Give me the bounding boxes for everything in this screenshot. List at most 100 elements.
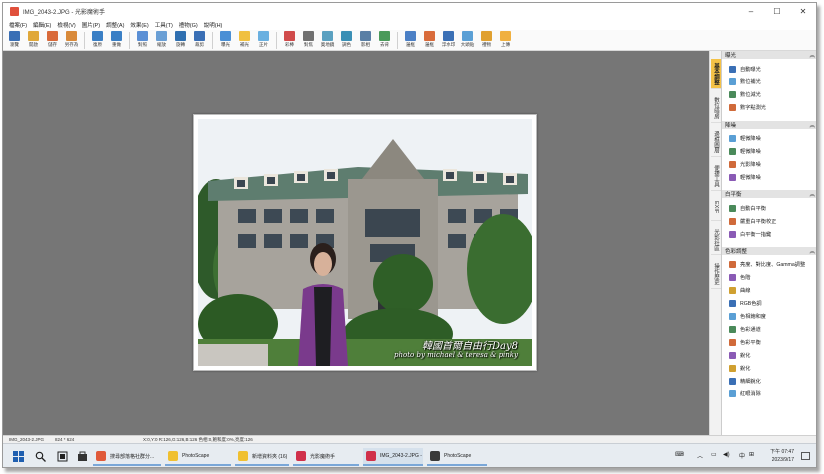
menu-item[interactable]: 工具(T) bbox=[155, 21, 173, 29]
menu-item[interactable]: 檢視(V) bbox=[57, 21, 75, 29]
toolbar-button[interactable]: 旋轉 bbox=[171, 30, 190, 51]
taskbar-window-button[interactable]: PhotoScape bbox=[427, 448, 487, 466]
panel-item[interactable]: 自動曝光 bbox=[729, 63, 761, 75]
toolbar-button[interactable]: 影相 bbox=[356, 30, 375, 51]
status-filename: IMG_2043-2.JPG bbox=[9, 437, 45, 442]
keyboard-icon[interactable]: ⌨ bbox=[675, 451, 684, 458]
image-canvas[interactable]: 韓國首爾自由行Day8 photo by michael & teresa & … bbox=[3, 51, 716, 435]
panel-section-header[interactable]: 降噪 ︽ bbox=[722, 120, 816, 129]
toolbar-button[interactable]: 重做 bbox=[107, 30, 126, 51]
toolbar-button[interactable]: 對焦 bbox=[299, 30, 318, 51]
panel-item[interactable]: 數字點測光 bbox=[729, 102, 766, 114]
taskbar-window-button[interactable]: 新增資料夾 (16) bbox=[235, 448, 289, 466]
toolbar-button[interactable]: 開啟 bbox=[24, 30, 43, 51]
toolbar-button[interactable]: 上傳 bbox=[496, 30, 515, 51]
vertical-tab[interactable]: 操作歷史 bbox=[711, 259, 721, 289]
collapse-icon[interactable]: ︽ bbox=[809, 51, 815, 59]
minimize-button[interactable]: – bbox=[738, 3, 764, 20]
panel-item[interactable]: 輕微降噪 bbox=[729, 171, 761, 183]
toolbar-button-label: 復原 bbox=[93, 42, 102, 47]
menu-item[interactable]: 調整(A) bbox=[106, 21, 124, 29]
toolbar-separator bbox=[276, 32, 277, 49]
input-mode-icon[interactable]: ⊞ bbox=[749, 451, 754, 458]
panel-item[interactable]: 色彩平衡 bbox=[729, 336, 761, 348]
vertical-tab[interactable]: 邊框圖層 bbox=[711, 127, 721, 157]
toolbar-button[interactable]: 浮水印 bbox=[439, 30, 458, 51]
menu-item[interactable]: 圖片(P) bbox=[82, 21, 100, 29]
panel-item[interactable]: 曲線 bbox=[729, 285, 750, 297]
toolbar-button[interactable]: 裁剪 bbox=[190, 30, 209, 51]
vertical-tab[interactable]: 基本調整 bbox=[711, 59, 721, 89]
panel-item[interactable]: 自動白平衡 bbox=[729, 202, 766, 214]
panel-item[interactable]: 數位補光 bbox=[729, 76, 761, 88]
task-view-icon[interactable] bbox=[55, 449, 69, 463]
panel-section-header[interactable]: 曝光 ︽ bbox=[722, 51, 816, 59]
panel-item[interactable]: 精細銳化 bbox=[729, 375, 761, 387]
toolbar-button[interactable]: 曝光 bbox=[216, 30, 235, 51]
toolbar-button[interactable]: 儲存 bbox=[43, 30, 62, 51]
vertical-tab[interactable]: EXIF bbox=[711, 195, 721, 221]
toolbar-button-label: 補光 bbox=[240, 42, 249, 47]
menu-item[interactable]: 禮物(G) bbox=[179, 21, 198, 29]
input-language[interactable]: 中 bbox=[739, 451, 745, 460]
vertical-tab[interactable]: 數位暗房 bbox=[711, 93, 721, 123]
maximize-button[interactable]: ☐ bbox=[764, 3, 790, 20]
panel-item[interactable]: 光影降噪 bbox=[729, 158, 761, 170]
panel-item[interactable]: RGB色調 bbox=[729, 298, 762, 310]
windows-start-icon[interactable] bbox=[11, 449, 25, 463]
collapse-icon[interactable]: ︽ bbox=[809, 247, 815, 255]
menu-item[interactable]: 效果(E) bbox=[130, 21, 148, 29]
toolbar-button[interactable]: 瀏覽 bbox=[5, 30, 24, 51]
panel-section-header[interactable]: 白平衡 ︽ bbox=[722, 190, 816, 199]
taskbar-window-button[interactable]: PhotoScape bbox=[165, 448, 231, 466]
toolbar-button[interactable]: 調色 bbox=[337, 30, 356, 51]
notification-icon[interactable] bbox=[800, 449, 810, 463]
panel-item[interactable]: 白平衡一指鍵 bbox=[729, 228, 771, 240]
panel-item[interactable]: 紅眼消除 bbox=[729, 388, 761, 400]
toolbar-button-label: 旋轉 bbox=[176, 42, 185, 47]
menu-item[interactable]: 檔案(F) bbox=[9, 21, 27, 29]
panel-item[interactable]: 輕微降噪 bbox=[729, 146, 761, 158]
toolbar-button[interactable]: 彩棒 bbox=[280, 30, 299, 51]
tray-overflow-icon[interactable]: ︿ bbox=[697, 451, 703, 460]
panel-item[interactable]: 色相飽和度 bbox=[729, 311, 766, 323]
panel-item[interactable]: 嚴重白平衡校正 bbox=[729, 215, 776, 227]
menu-item[interactable]: 編輯(E) bbox=[33, 21, 51, 29]
taskbar-window-button[interactable]: 搜尋部落格社群分... bbox=[93, 448, 161, 466]
panel-section-header[interactable]: 色彩調整 ︽ bbox=[722, 246, 816, 255]
panel-item[interactable]: 色階 bbox=[729, 272, 750, 284]
photo[interactable]: 韓國首爾自由行Day8 photo by michael & teresa & … bbox=[198, 119, 532, 366]
taskbar-window-button[interactable]: 光影魔術手 bbox=[293, 448, 359, 466]
toolbar-button[interactable]: 縮放 bbox=[152, 30, 171, 51]
vertical-tab[interactable]: 便捷工具 bbox=[711, 161, 721, 191]
toolbar-button[interactable]: 奧地鏡 bbox=[318, 30, 337, 51]
toolbar-button[interactable]: 補光 bbox=[235, 30, 254, 51]
panel-item[interactable]: 銳化 bbox=[729, 362, 750, 374]
panel-item[interactable]: 銳化 bbox=[729, 349, 750, 361]
toolbar-button[interactable]: 禮物 bbox=[477, 30, 496, 51]
toolbar-button[interactable]: 對照 bbox=[133, 30, 152, 51]
toolbar-button[interactable]: 正片 bbox=[254, 30, 273, 51]
toolbar-button[interactable]: 去背 bbox=[375, 30, 394, 51]
toolbar-button[interactable]: 大頭貼 bbox=[458, 30, 477, 51]
toolbar-button[interactable]: 邊框 bbox=[420, 30, 439, 51]
volume-icon[interactable]: ◀) bbox=[723, 451, 730, 458]
panel-item[interactable]: 數位減光 bbox=[729, 89, 761, 101]
taskbar-window-button[interactable]: IMG_2043-2.JPG - ... bbox=[363, 448, 423, 466]
store-icon[interactable] bbox=[75, 449, 89, 463]
panel-item[interactable]: 亮度、對比度、Gamma調整 bbox=[729, 259, 805, 271]
panel-item[interactable]: 色彩通道 bbox=[729, 323, 761, 335]
network-icon[interactable]: ▭ bbox=[711, 451, 717, 458]
collapse-icon[interactable]: ︽ bbox=[809, 121, 815, 129]
collapse-icon[interactable]: ︽ bbox=[809, 190, 815, 198]
search-icon[interactable] bbox=[33, 449, 47, 463]
toolbar-button[interactable]: 另存為 bbox=[62, 30, 81, 51]
toolbar-button[interactable]: 邊框 bbox=[401, 30, 420, 51]
toolbar-button[interactable]: 復原 bbox=[88, 30, 107, 51]
menu-item[interactable]: 說明(H) bbox=[204, 21, 223, 29]
taskbar-clock[interactable]: 下午 07:47 2023/9/17 bbox=[770, 448, 794, 464]
taskbar-window-label: 新增資料夾 (16) bbox=[252, 453, 288, 460]
vertical-tab[interactable]: 光影社區 bbox=[711, 225, 721, 255]
close-button[interactable]: ✕ bbox=[790, 3, 816, 20]
panel-item[interactable]: 輕微降噪 bbox=[729, 133, 761, 145]
